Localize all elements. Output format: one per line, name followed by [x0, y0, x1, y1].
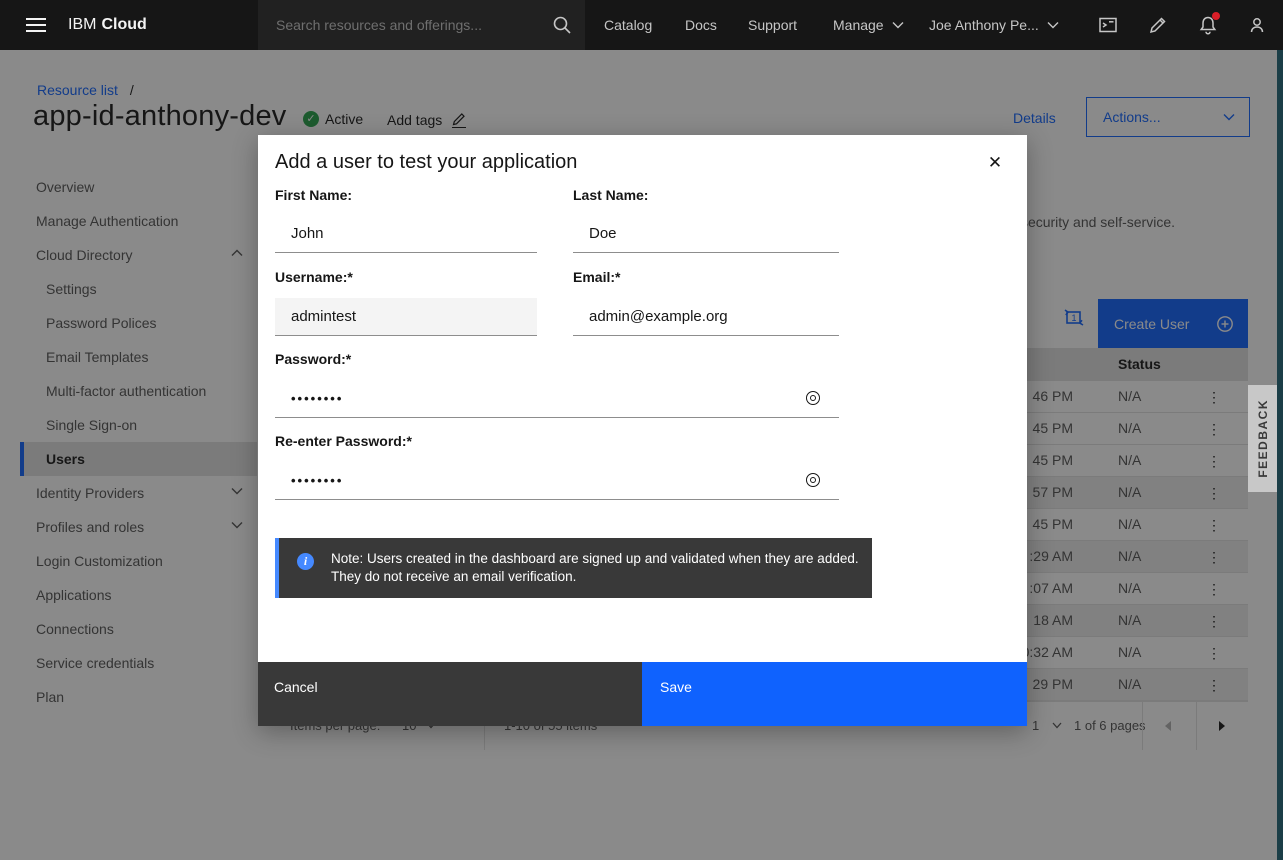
note-text: Note: Users created in the dashboard are… — [331, 550, 876, 586]
password-field[interactable] — [275, 380, 839, 418]
search-icon[interactable] — [551, 14, 573, 36]
brand-prefix: IBM — [68, 16, 96, 34]
modal-title: Add a user to test your application — [275, 151, 577, 174]
show-password-icon[interactable] — [802, 387, 824, 409]
search-input[interactable] — [258, 0, 585, 50]
show-reenter-password-icon[interactable] — [802, 469, 824, 491]
app-id-console-page: IBM Cloud Catalog Docs Support Manage Jo… — [0, 0, 1283, 860]
nav-account-menu[interactable]: Joe Anthony Pe... — [929, 0, 1059, 50]
edit-pencil-icon[interactable] — [1138, 0, 1178, 50]
nav-support[interactable]: Support — [748, 0, 797, 50]
notifications-bell-icon[interactable] — [1188, 0, 1228, 50]
chevron-down-icon — [1047, 21, 1059, 29]
chevron-down-icon — [892, 21, 904, 29]
top-header-bar: IBM Cloud Catalog Docs Support Manage Jo… — [0, 0, 1283, 50]
right-edge-strip — [1277, 50, 1283, 860]
global-search — [258, 0, 585, 50]
reenter-password-field[interactable] — [275, 462, 839, 500]
hamburger-menu-icon[interactable] — [14, 0, 58, 50]
email-label: Email:* — [573, 269, 839, 285]
reenter-password-label: Re-enter Password:* — [275, 433, 839, 449]
cancel-button[interactable]: Cancel — [258, 662, 642, 726]
nav-docs[interactable]: Docs — [685, 0, 717, 50]
feedback-tab[interactable]: FEEDBACK — [1248, 385, 1277, 492]
email-field[interactable] — [573, 298, 839, 336]
last-name-label: Last Name: — [573, 187, 839, 203]
note-notification: i Note: Users created in the dashboard a… — [275, 538, 872, 598]
info-icon: i — [297, 553, 314, 570]
username-field[interactable] — [275, 298, 537, 336]
username-label: Username:* — [275, 269, 537, 285]
password-label: Password:* — [275, 351, 839, 367]
add-user-modal: Add a user to test your application ✕ Fi… — [258, 135, 1027, 726]
first-name-field[interactable] — [275, 215, 537, 253]
ibm-cloud-logo[interactable]: IBM Cloud — [68, 0, 147, 50]
modal-footer: Cancel Save — [258, 662, 1027, 726]
user-avatar-icon[interactable] — [1237, 0, 1277, 50]
notification-badge-dot — [1212, 12, 1220, 20]
brand-name: Cloud — [101, 16, 146, 34]
save-button[interactable]: Save — [642, 662, 1027, 726]
window-console-icon[interactable] — [1088, 0, 1128, 50]
nav-catalog[interactable]: Catalog — [604, 0, 652, 50]
nav-manage[interactable]: Manage — [833, 0, 904, 50]
close-icon[interactable]: ✕ — [979, 147, 1011, 179]
first-name-label: First Name: — [275, 187, 537, 203]
last-name-field[interactable] — [573, 215, 839, 253]
